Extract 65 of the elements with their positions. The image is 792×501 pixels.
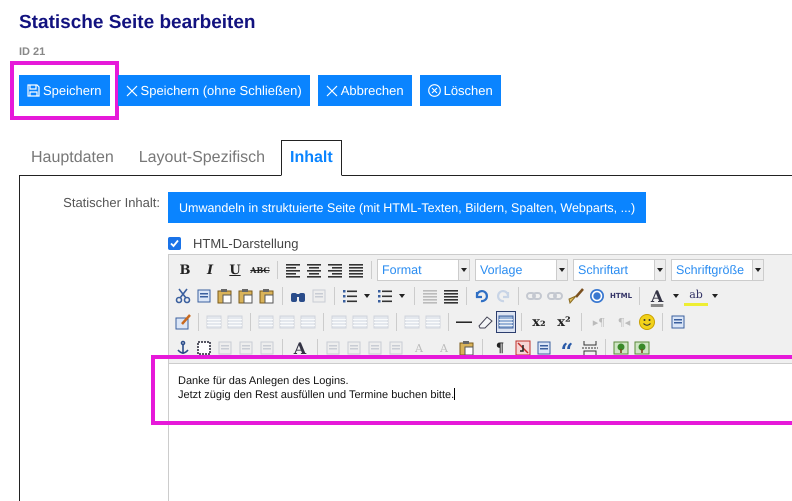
- close-icon: [326, 84, 338, 96]
- document-icon[interactable]: [536, 340, 552, 356]
- tab[interactable]: Hauptdaten: [22, 140, 123, 175]
- close-button[interactable]: Abbrechen: [318, 75, 412, 106]
- caret-icon[interactable]: [712, 294, 718, 298]
- toolbar-dropdown[interactable]: Format: [377, 259, 470, 281]
- align-left-icon[interactable]: [285, 262, 301, 278]
- caret-icon[interactable]: [673, 294, 680, 298]
- checkbox-label: HTML-Darstellung: [193, 236, 298, 251]
- delete-icon: [428, 84, 441, 97]
- scissors-icon[interactable]: [175, 288, 191, 304]
- image-icon[interactable]: [613, 340, 629, 356]
- field-label: Statischer Inhalt:: [62, 194, 160, 212]
- select-all-icon[interactable]: [196, 340, 212, 356]
- clipboard-icon[interactable]: [459, 340, 475, 356]
- form-edit-icon[interactable]: [175, 314, 191, 330]
- toolbar-button[interactable]: x²: [552, 311, 576, 333]
- delete-button[interactable]: Löschen: [420, 75, 501, 106]
- toolbar-button[interactable]: x₂: [527, 311, 551, 333]
- editor-text: Jetzt zügig den Rest ausfüllen und Termine buchen bitte.: [178, 388, 456, 402]
- toolbar-dropdown[interactable]: Schriftgröße: [671, 259, 764, 281]
- caret-icon[interactable]: [399, 294, 405, 298]
- align-center-icon[interactable]: [306, 262, 322, 278]
- page-title: Statische Seite bearbeiten: [19, 12, 257, 34]
- list-icon[interactable]: [377, 288, 393, 304]
- toolbar-button[interactable]: ¶: [488, 337, 512, 359]
- toolbar-button[interactable]: B: [173, 259, 197, 281]
- close-button[interactable]: Speichern (ohne Schließen): [118, 75, 310, 106]
- convert-button[interactable]: Umwandeln in struktuierte Seite (mit HTML-Texten, Bildern, Spalten, Webparts, ...): [168, 192, 646, 223]
- justify-icon[interactable]: [348, 262, 364, 278]
- save-icon: [27, 84, 40, 97]
- toolbar-button[interactable]: A: [645, 285, 670, 307]
- align-right-icon[interactable]: [327, 262, 343, 278]
- page-break-icon[interactable]: [582, 340, 598, 356]
- close-icon: [126, 84, 138, 96]
- image-icon[interactable]: [634, 340, 650, 356]
- toolbar-button[interactable]: I: [198, 259, 222, 281]
- document-icon[interactable]: [670, 314, 686, 330]
- no-block-icon[interactable]: [515, 340, 531, 356]
- toolbar-button[interactable]: A: [288, 337, 312, 359]
- toolbar-button[interactable]: ABC: [248, 259, 272, 281]
- caret-icon[interactable]: [364, 294, 370, 298]
- document-icon[interactable]: [196, 288, 212, 304]
- list-icon[interactable]: [342, 288, 358, 304]
- id-label: ID 21: [19, 46, 46, 58]
- toolbar-button[interactable]: “: [555, 333, 579, 363]
- editor-text: Danke für das Anlegen des Logins.: [178, 374, 350, 388]
- save-button[interactable]: Speichern: [19, 75, 110, 106]
- brush-icon[interactable]: [568, 288, 584, 304]
- clipboard-icon[interactable]: [259, 288, 275, 304]
- eraser-icon[interactable]: [477, 314, 493, 330]
- anchor-icon[interactable]: [175, 340, 191, 356]
- tab[interactable]: Inhalt: [281, 140, 342, 176]
- toolbar-dropdown[interactable]: Schriftart: [573, 259, 666, 281]
- justify-icon[interactable]: [443, 288, 459, 304]
- checkbox[interactable]: [168, 237, 181, 250]
- table-icon[interactable]: [498, 314, 514, 330]
- toolbar-button[interactable]: ab: [684, 286, 708, 306]
- clipboard-icon[interactable]: [238, 288, 254, 304]
- toolbar-dropdown[interactable]: Vorlage: [475, 259, 568, 281]
- clipboard-icon[interactable]: [217, 288, 233, 304]
- tab[interactable]: Layout-Spezifisch: [130, 140, 274, 175]
- smiley-icon[interactable]: [639, 314, 655, 330]
- toolbar-button[interactable]: U: [223, 259, 247, 281]
- undo-icon[interactable]: [474, 288, 490, 304]
